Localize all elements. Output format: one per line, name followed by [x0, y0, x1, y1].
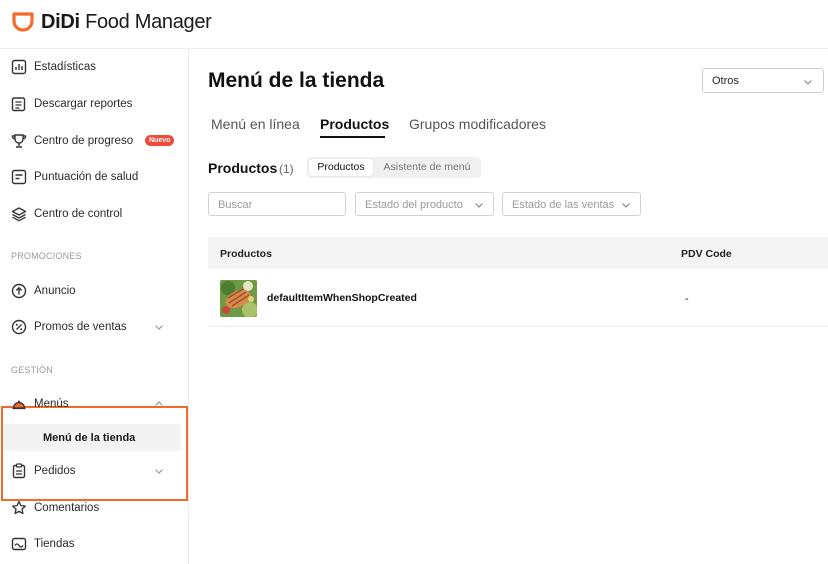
- app-logo[interactable]: DiDi Food Manager: [11, 10, 212, 34]
- sidebar-subitem-label: Menú de la tienda: [43, 432, 136, 444]
- sidebar-item-label: Comentarios: [34, 502, 100, 514]
- sidebar-item-estadisticas[interactable]: Estadísticas: [0, 49, 188, 85]
- sidebar-item-label: Centro de progreso: [34, 135, 134, 147]
- sidebar-item-label: Menús: [34, 398, 69, 410]
- layers-icon: [11, 207, 27, 222]
- product-pdv-code: -: [685, 293, 689, 305]
- products-heading: Productos: [208, 160, 278, 176]
- sidebar-item-menus[interactable]: Menús: [0, 386, 188, 422]
- column-header-productos: Productos: [220, 248, 272, 260]
- sidebar-item-puntuacion-de-salud[interactable]: Puntuación de salud: [0, 159, 188, 195]
- sidebar-item-descargar-reportes[interactable]: Descargar reportes: [0, 86, 188, 122]
- didi-logo-icon: [12, 12, 34, 32]
- chevron-down-icon: [475, 203, 483, 208]
- table-header: Productos PDV Code: [208, 237, 828, 269]
- chart-icon: [11, 59, 27, 75]
- filter-product-state-label: Estado del producto: [365, 199, 463, 211]
- page-title: Menú de la tienda: [208, 69, 385, 92]
- sidebar-item-label: Estadísticas: [34, 61, 96, 73]
- brand-name: DiDi Food Manager: [41, 10, 212, 33]
- main-content: Menú de la tienda Otros Menú en línea Pr…: [189, 49, 828, 564]
- trophy-icon: [11, 134, 27, 148]
- chevron-up-icon: [155, 401, 163, 406]
- chevron-down-icon: [155, 469, 163, 474]
- new-badge: Nuevo: [145, 135, 175, 146]
- percent-icon: [11, 319, 27, 335]
- sidebar-item-centro-de-progreso[interactable]: Centro de progreso Nuevo: [0, 123, 188, 159]
- sidebar-item-label: Anuncio: [34, 285, 76, 297]
- store-select-value: Otros: [712, 75, 739, 87]
- report-icon: [11, 97, 26, 112]
- column-header-pdv-code: PDV Code: [681, 248, 732, 260]
- sidebar-item-label: Descargar reportes: [34, 98, 133, 110]
- tab-productos[interactable]: Productos: [320, 116, 389, 132]
- sidebar: Estadísticas Descargar reportes Centro d…: [0, 49, 189, 564]
- products-segmented-control: Productos Asistente de menú: [307, 157, 481, 178]
- table-row[interactable]: defaultItemWhenShopCreated -: [208, 269, 828, 327]
- sidebar-item-tiendas[interactable]: Tiendas: [0, 526, 188, 562]
- star-icon: [12, 500, 26, 515]
- chevron-down-icon: [622, 203, 630, 208]
- search-placeholder: Buscar: [218, 199, 253, 211]
- active-tab-indicator: [320, 136, 385, 138]
- sidebar-item-label: Pedidos: [34, 465, 76, 477]
- filter-sales-state-label: Estado de las ventas: [512, 199, 615, 211]
- sidebar-item-label: Promos de ventas: [34, 321, 127, 333]
- top-bar: DiDi Food Manager: [0, 0, 828, 49]
- segment-asistente-de-menu[interactable]: Asistente de menú: [375, 159, 479, 176]
- tab-grupos-modificadores[interactable]: Grupos modificadores: [409, 116, 546, 132]
- search-input[interactable]: Buscar: [208, 192, 346, 216]
- arrow-up-circle-icon: [11, 283, 27, 299]
- sidebar-item-label: Puntuación de salud: [34, 171, 139, 183]
- products-count: (1): [279, 162, 294, 176]
- sidebar-item-anuncio[interactable]: Anuncio: [0, 273, 188, 309]
- tab-menu-en-linea[interactable]: Menú en línea: [211, 116, 300, 132]
- sidebar-item-label: Tiendas: [34, 538, 75, 550]
- sidebar-item-pedidos[interactable]: Pedidos: [0, 453, 188, 489]
- sidebar-subitem-menu-de-la-tienda[interactable]: Menú de la tienda: [4, 424, 181, 451]
- sidebar-item-promos-de-ventas[interactable]: Promos de ventas: [0, 309, 188, 345]
- chevron-down-icon: [804, 80, 812, 85]
- sidebar-item-comentarios[interactable]: Comentarios: [0, 490, 188, 526]
- health-score-icon: [11, 169, 27, 185]
- filter-product-state[interactable]: Estado del producto: [355, 192, 494, 216]
- section-label-promociones: PROMOCIONES: [11, 251, 82, 261]
- chevron-down-icon: [155, 325, 163, 330]
- sidebar-item-centro-de-control[interactable]: Centro de control: [0, 196, 188, 232]
- cloche-icon: [12, 400, 26, 410]
- clipboard-icon: [12, 463, 26, 479]
- section-label-gestion: GESTIÓN: [11, 365, 53, 375]
- filter-sales-state[interactable]: Estado de las ventas: [502, 192, 641, 216]
- sidebar-item-label: Centro de control: [34, 208, 123, 220]
- product-thumbnail: [220, 280, 257, 317]
- store-select[interactable]: Otros: [702, 68, 824, 93]
- segment-productos[interactable]: Productos: [309, 159, 373, 176]
- store-icon: [11, 537, 27, 551]
- product-name[interactable]: defaultItemWhenShopCreated: [267, 292, 417, 304]
